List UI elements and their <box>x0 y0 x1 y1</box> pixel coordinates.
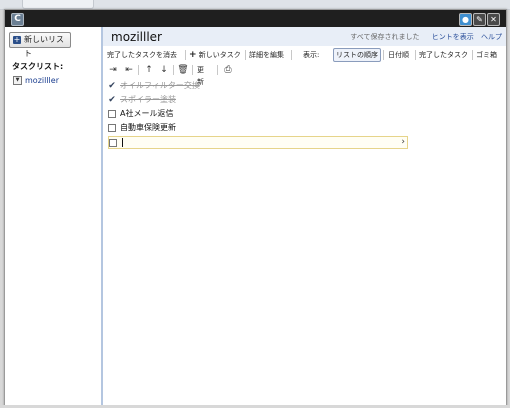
clear-completed-button[interactable]: 完了したタスクを消去 <box>107 49 177 61</box>
browser-tab[interactable] <box>22 0 94 9</box>
saved-status: すべて保存されました <box>350 33 420 41</box>
show-hints-link[interactable]: ヒントを表示 <box>432 33 474 41</box>
task-item[interactable]: A社メール返信 <box>108 108 408 120</box>
toolbar-divider <box>192 65 193 75</box>
move-up-icon[interactable]: ↑ <box>143 64 155 76</box>
window-titlebar: C ● ✎ ✕ <box>5 10 506 27</box>
toolbar-divider <box>245 50 246 60</box>
toolbar-divider <box>185 50 186 60</box>
toolbar-divider <box>173 65 174 75</box>
close-button[interactable]: ✕ <box>487 13 500 26</box>
task-item[interactable]: 自動車保険更新 <box>108 122 408 134</box>
view-label: 表示: <box>303 51 320 59</box>
app-icon: C <box>11 13 24 26</box>
task-checkbox[interactable] <box>109 139 117 147</box>
toolbar-divider <box>472 50 473 60</box>
outdent-icon[interactable]: ⇤ <box>123 64 135 76</box>
edit-details-button[interactable]: 詳細を編集 <box>249 49 284 61</box>
text-cursor <box>122 138 123 147</box>
dropdown-arrow-icon[interactable]: ▼ <box>13 76 22 85</box>
view-by-date[interactable]: 日付順 <box>388 49 409 61</box>
move-down-icon[interactable]: ↓ <box>158 64 170 76</box>
new-list-label: 新しいリスト <box>24 35 64 58</box>
new-task-button[interactable]: + 新しいタスク <box>189 49 241 61</box>
checkmark-icon[interactable]: ✔ <box>108 96 116 105</box>
indent-icon[interactable]: ⇥ <box>107 64 119 76</box>
main-panel: mozilller すべて保存されました ヒントを表示 ヘルプ 完了したタスクを… <box>103 27 506 406</box>
view-list-order[interactable]: リストの順序 <box>333 48 381 62</box>
sidebar: + 新しいリスト タスクリスト: ▼ mozilller <box>5 27 103 406</box>
pop-out-button[interactable]: ✎ <box>473 13 486 26</box>
toolbar-divider <box>383 50 384 60</box>
chevron-right-icon[interactable]: › <box>401 137 405 148</box>
new-task-label: 新しいタスク <box>198 51 241 59</box>
list-header: mozilller すべて保存されました ヒントを表示 ヘルプ <box>103 27 506 46</box>
plus-icon: + <box>13 35 21 44</box>
print-icon[interactable]: ⎙ <box>222 64 234 76</box>
task-title[interactable]: 自動車保険更新 <box>120 122 176 134</box>
task-title[interactable]: オイルフィルター交換 <box>120 80 200 92</box>
toolbar-divider <box>217 65 218 75</box>
sidebar-item-mozilller[interactable]: ▼ mozilller <box>13 76 59 86</box>
view-trash[interactable]: ゴミ箱 <box>476 49 497 61</box>
task-title[interactable]: スポイラー塗装 <box>120 94 176 106</box>
header-links: すべて保存されました ヒントを表示 ヘルプ <box>350 32 502 42</box>
help-link[interactable]: ヘルプ <box>481 33 502 41</box>
list-title: mozilller <box>111 30 162 44</box>
new-list-button[interactable]: + 新しいリスト <box>9 32 71 58</box>
task-toolbar: 完了したタスクを消去 + 新しいタスク 詳細を編集 表示: リストの順序 日付順… <box>107 48 506 62</box>
toolbar-divider <box>138 65 139 75</box>
task-checkbox[interactable] <box>108 110 116 118</box>
task-checkbox[interactable] <box>108 124 116 132</box>
toolbar-divider <box>415 50 416 60</box>
checkmark-icon[interactable]: ✔ <box>108 82 116 91</box>
task-item[interactable]: ✔ オイルフィルター交換 <box>108 80 408 92</box>
task-lists-heading: タスクリスト: <box>12 62 64 71</box>
plus-icon: + <box>189 50 197 60</box>
task-title[interactable]: A社メール返信 <box>120 108 173 120</box>
minimize-button[interactable]: ● <box>459 13 472 26</box>
tasks-window: C ● ✎ ✕ + 新しいリスト タスクリスト: ▼ mozilller mozi… <box>4 9 507 407</box>
toolbar-divider <box>291 50 292 60</box>
sidebar-item-label: mozilller <box>25 76 59 85</box>
task-item[interactable]: ✔ スポイラー塗装 <box>108 94 408 106</box>
view-completed[interactable]: 完了したタスク <box>419 49 468 61</box>
trash-icon[interactable]: 🗑 <box>177 64 189 76</box>
new-task-input-row[interactable]: › <box>108 136 408 149</box>
